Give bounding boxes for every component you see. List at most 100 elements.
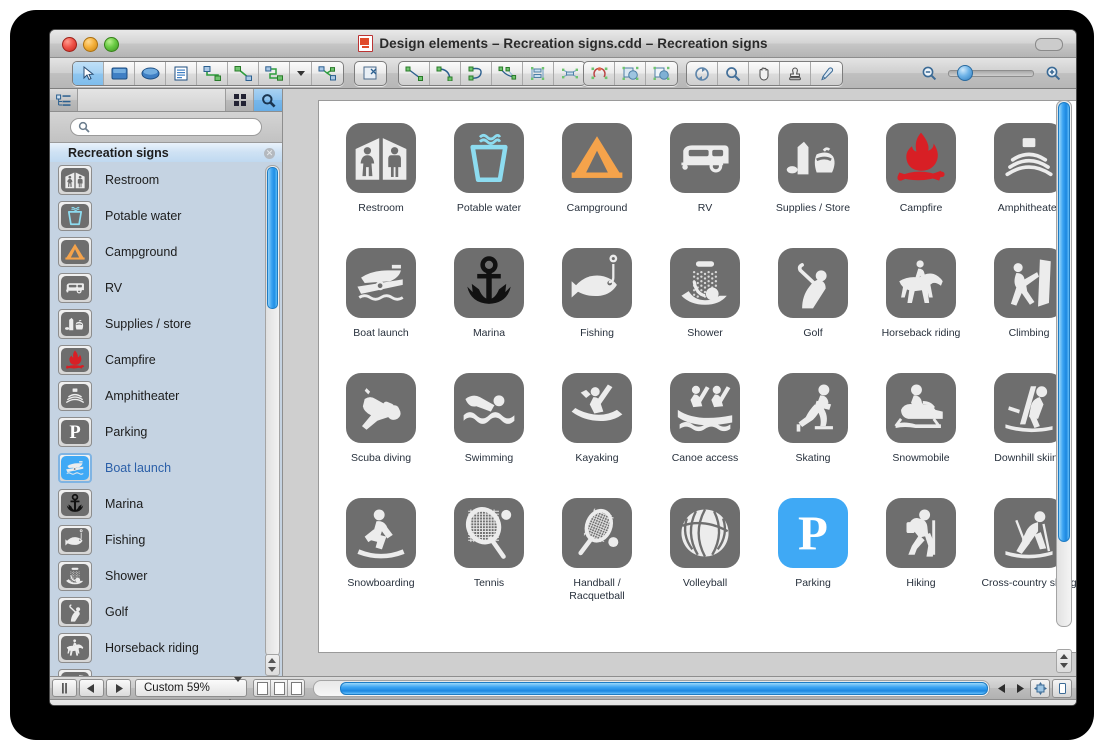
line-tool[interactable] — [399, 62, 430, 85]
sidebar-scrollbar[interactable] — [265, 165, 280, 658]
rotate-tool[interactable] — [584, 62, 615, 85]
canoe-access-icon[interactable] — [670, 373, 740, 443]
volleyball-icon[interactable] — [670, 498, 740, 568]
horizontal-scrollbar[interactable] — [313, 680, 990, 697]
refresh-tool[interactable] — [687, 62, 718, 85]
skating-icon[interactable] — [778, 373, 848, 443]
previous-page-icon[interactable] — [79, 679, 104, 697]
sidebar-item-potable-water[interactable]: Potable water — [50, 198, 282, 234]
actual-size-icon[interactable] — [1052, 679, 1072, 698]
fishing-icon[interactable] — [562, 248, 632, 318]
sign-cell[interactable]: Campground — [543, 123, 651, 248]
supplies-store-icon[interactable] — [778, 123, 848, 193]
sidebar-item-supplies-store[interactable]: Supplies / store — [50, 306, 282, 342]
sign-cell[interactable]: Snowmobile — [867, 373, 975, 498]
align-tool[interactable] — [523, 62, 554, 85]
hiking-icon[interactable] — [886, 498, 956, 568]
canvas-scroll-arrows[interactable] — [1056, 649, 1072, 673]
sidebar-item-marina[interactable]: Marina — [50, 486, 282, 522]
hand-tool[interactable] — [749, 62, 780, 85]
potable-water-icon[interactable] — [454, 123, 524, 193]
climbing-icon[interactable] — [994, 248, 1064, 318]
sign-cell[interactable]: Hiking — [867, 498, 975, 623]
sidebar-search-view-button[interactable] — [254, 89, 282, 111]
sidebar-scroll-arrows[interactable] — [265, 654, 280, 676]
distribute-tool[interactable] — [554, 62, 585, 85]
sidebar-path-field[interactable] — [78, 89, 226, 111]
cross-country-skiing-icon[interactable] — [994, 498, 1064, 568]
fit-to-window-icon[interactable] — [1030, 679, 1050, 698]
zoom-level-combobox[interactable]: Custom 59% — [135, 679, 247, 697]
amphitheater-icon[interactable] — [994, 123, 1064, 193]
sign-cell[interactable]: Potable water — [435, 123, 543, 248]
eyedropper-tool[interactable] — [811, 62, 842, 85]
tree-view-icon[interactable] — [50, 89, 78, 111]
sign-cell[interactable]: Fishing — [543, 248, 651, 373]
grid-view-icon[interactable] — [226, 89, 254, 111]
curve-tool[interactable] — [461, 62, 492, 85]
sign-cell[interactable]: Restroom — [327, 123, 435, 248]
bezier-tool[interactable] — [492, 62, 523, 85]
sidebar-item-shower[interactable]: Shower — [50, 558, 282, 594]
sign-cell[interactable]: Kayaking — [543, 373, 651, 498]
sign-cell[interactable]: PParking — [759, 498, 867, 623]
sign-cell[interactable]: Supplies / Store — [759, 123, 867, 248]
sidebar-item-campground[interactable]: Campground — [50, 234, 282, 270]
zoom-slider-control[interactable] — [917, 62, 1062, 83]
snowboarding-icon[interactable] — [346, 498, 416, 568]
toolbar-toggle-button[interactable] — [1035, 38, 1063, 51]
sidebar-item-horseback-riding[interactable]: Horseback riding — [50, 630, 282, 666]
horizontal-scrollbar-thumb[interactable] — [340, 682, 988, 695]
sign-cell[interactable]: Scuba diving — [327, 373, 435, 498]
document-canvas[interactable]: Restroom Potable water Campground RV Sup… — [318, 100, 1077, 653]
campfire-icon[interactable] — [886, 123, 956, 193]
parking-icon[interactable]: P — [778, 498, 848, 568]
arc-tool[interactable] — [430, 62, 461, 85]
sidebar-item-rv[interactable]: RV — [50, 270, 282, 306]
sign-cell[interactable]: Swimming — [435, 373, 543, 498]
search-input[interactable] — [70, 118, 262, 136]
text-tool[interactable] — [166, 62, 197, 85]
sign-cell[interactable]: Campfire — [867, 123, 975, 248]
sidebar-item-amphitheater[interactable]: Amphitheater — [50, 378, 282, 414]
sidebar-item-fishing[interactable]: Fishing — [50, 522, 282, 558]
sidebar-item-campfire[interactable]: Campfire — [50, 342, 282, 378]
next-page-icon[interactable] — [106, 679, 131, 697]
zoom-stepper[interactable] — [226, 682, 242, 700]
zoom-slider-thumb[interactable] — [957, 65, 973, 81]
downhill-skiing-icon[interactable] — [994, 373, 1064, 443]
sign-cell[interactable]: Handball / Racquetball — [543, 498, 651, 623]
kayaking-icon[interactable] — [562, 373, 632, 443]
sign-cell[interactable]: Marina — [435, 248, 543, 373]
pointer-tool[interactable] — [73, 62, 104, 85]
sign-cell[interactable]: Shower — [651, 248, 759, 373]
sidebar-item-list[interactable]: Restroom Potable water Campground RV Sup… — [50, 162, 282, 676]
sidebar-item-golf[interactable]: Golf — [50, 594, 282, 630]
boat-launch-icon[interactable] — [346, 248, 416, 318]
zoom-tool[interactable] — [718, 62, 749, 85]
sign-cell[interactable]: RV — [651, 123, 759, 248]
scroll-down-icon[interactable] — [1060, 663, 1068, 668]
sign-cell[interactable]: Boat launch — [327, 248, 435, 373]
two-page-view[interactable] — [271, 680, 288, 696]
sidebar-item-climbing[interactable]: Climbing — [50, 666, 282, 676]
scroll-up-icon[interactable] — [1060, 654, 1068, 659]
connector-dropdown-arrow[interactable] — [290, 62, 312, 85]
tennis-icon[interactable] — [454, 498, 524, 568]
golf-icon[interactable] — [778, 248, 848, 318]
routed-connector-tool[interactable] — [259, 62, 290, 85]
sidebar-scrollbar-thumb[interactable] — [267, 167, 278, 309]
rectangle-tool[interactable] — [104, 62, 135, 85]
pause-button[interactable]: || — [52, 679, 77, 697]
sidebar-item-parking[interactable]: PParking — [50, 414, 282, 450]
tree-connector-tool[interactable] — [312, 62, 343, 85]
rv-icon[interactable] — [670, 123, 740, 193]
horseback-riding-icon[interactable] — [886, 248, 956, 318]
snowmobile-icon[interactable] — [886, 373, 956, 443]
stamp-tool[interactable] — [780, 62, 811, 85]
shower-icon[interactable] — [670, 248, 740, 318]
close-icon[interactable]: ✕ — [264, 148, 275, 159]
handball-racquetball-icon[interactable] — [562, 498, 632, 568]
stepper-down-icon[interactable] — [234, 677, 242, 699]
ellipse-tool[interactable] — [135, 62, 166, 85]
